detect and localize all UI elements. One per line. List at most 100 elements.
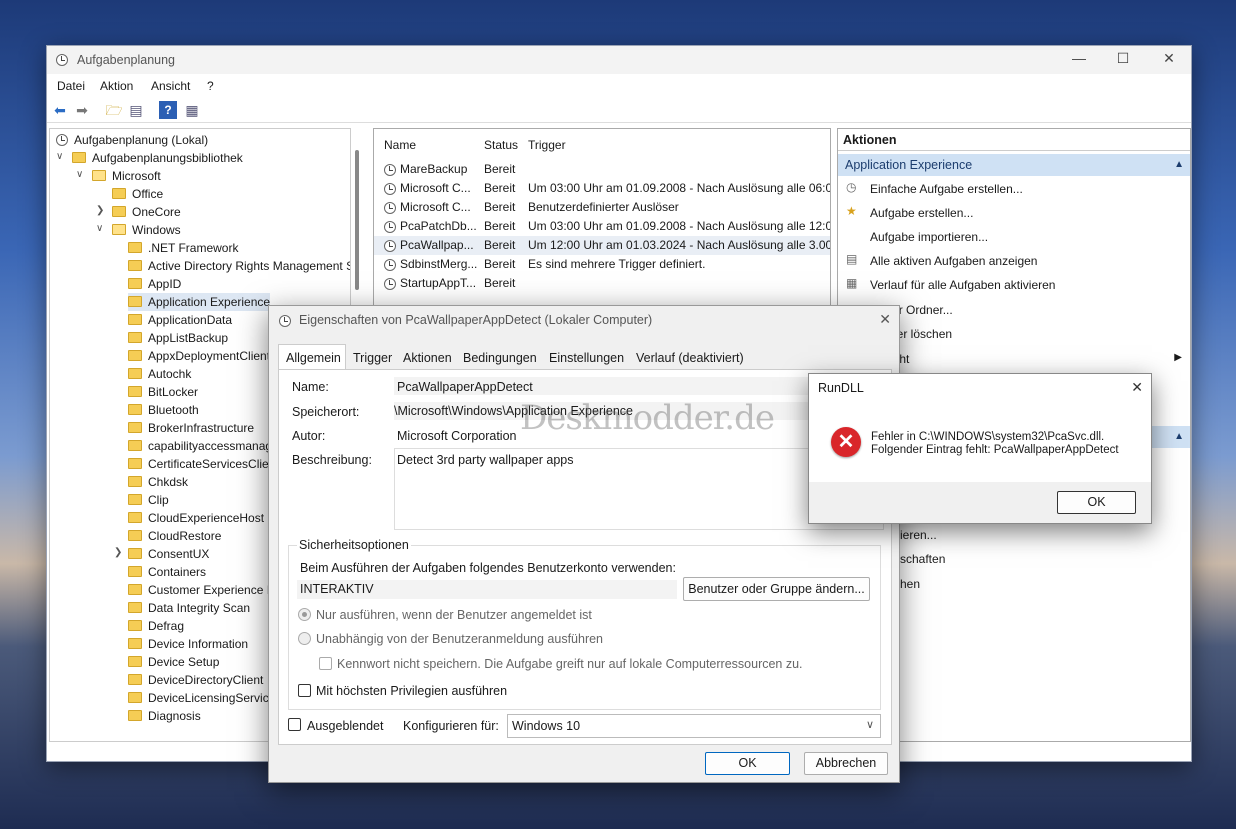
maximize-icon[interactable]: ☐ (1101, 50, 1145, 70)
tree-item-folder[interactable]: Containers (128, 563, 206, 581)
radio-independent[interactable] (298, 632, 311, 645)
chevron-right-icon[interactable]: ❯ (114, 547, 122, 558)
forward-arrow-icon[interactable]: ➡ (73, 101, 91, 119)
chevron-down-icon[interactable]: ∨ (56, 151, 63, 162)
tab-bedingungen[interactable]: Bedingungen (463, 351, 537, 365)
tree-item-folder[interactable]: Data Integrity Scan (128, 599, 250, 617)
action-selected-3[interactable]: hen (900, 577, 920, 591)
task-row[interactable]: MareBackup Bereit (374, 160, 830, 179)
tab-allgemein[interactable]: Allgemein (286, 351, 341, 365)
task-row[interactable]: StartupAppT... Bereit (374, 274, 830, 293)
up-folder-icon[interactable]: 🗁 (105, 101, 123, 119)
menu-ansicht[interactable]: Ansicht (151, 79, 190, 93)
action-create-task[interactable]: Aufgabe erstellen... (870, 206, 973, 220)
task-cell-status: Bereit (484, 276, 516, 290)
task-row[interactable]: PcaPatchDb... Bereit Um 03:00 Uhr am 01.09… (374, 217, 830, 236)
tree-item-folder[interactable]: Bluetooth (128, 401, 199, 419)
task-row[interactable]: Microsoft C... Bereit Benutzerdefinierter … (374, 198, 830, 217)
ok-button[interactable]: OK (705, 752, 790, 775)
task-row[interactable]: SdbinstMerg... Bereit Es sind mehrere Trig… (374, 255, 830, 274)
chevron-down-icon[interactable]: ∨ (96, 223, 103, 234)
column-header-status[interactable]: Status (484, 138, 518, 152)
change-user-button[interactable]: Benutzer oder Gruppe ändern... (683, 577, 870, 601)
name-field[interactable]: PcaWallpaperAppDetect (397, 380, 533, 394)
cancel-button[interactable]: Abbrechen (804, 752, 888, 775)
tree-item-folder[interactable]: Clip (128, 491, 169, 509)
action-import-task[interactable]: Aufgabe importieren... (870, 230, 988, 244)
tree-item-folder[interactable]: Device Information (128, 635, 248, 653)
tree-scrollbar[interactable] (355, 150, 359, 290)
menu-aktion[interactable]: Aktion (100, 79, 133, 93)
tree-item-office[interactable]: Office (112, 185, 163, 203)
checkbox-hidden[interactable] (288, 718, 301, 731)
tree-item-microsoft[interactable]: Microsoft (92, 167, 161, 185)
show-actions-pane-icon[interactable]: ▦ (183, 101, 201, 119)
tree-item-folder[interactable]: ApplicationData (128, 311, 232, 329)
close-icon[interactable]: ✕ (1147, 50, 1191, 70)
action-enable-history[interactable]: Verlauf für alle Aufgaben aktivieren (870, 278, 1055, 292)
tree-item-folder[interactable]: BrokerInfrastructure (128, 419, 254, 437)
task-cell-status: Bereit (484, 257, 516, 271)
tab-aktionen[interactable]: Aktionen (403, 351, 452, 365)
task-row[interactable]: Microsoft C... Bereit Um 03:00 Uhr am 01.0… (374, 179, 830, 198)
show-hide-tree-icon[interactable]: ▤ (127, 101, 145, 119)
folder-icon (128, 710, 142, 721)
menu-help[interactable]: ? (207, 79, 214, 93)
tree-item-folder[interactable]: AppListBackup (128, 329, 228, 347)
tree-item-folder[interactable]: DeviceDirectoryClient (128, 671, 263, 689)
tree-item-folder[interactable]: ConsentUX (128, 545, 209, 563)
task-cell-name: SdbinstMerg... (400, 257, 478, 271)
tree-root[interactable]: Aufgabenplanung (Lokal) (56, 131, 208, 149)
tree-item-folder[interactable]: Chkdsk (128, 473, 188, 491)
tree-item-library[interactable]: Aufgabenplanungsbibliothek (72, 149, 243, 167)
minimize-icon[interactable]: — (1057, 50, 1101, 70)
tree-item-onecore[interactable]: OneCore (112, 203, 181, 221)
tree-item-folder[interactable]: CloudRestore (128, 527, 221, 545)
action-selected-1[interactable]: ieren... (900, 528, 937, 542)
chevron-right-icon[interactable]: ❯ (96, 205, 104, 216)
tree-item-folder[interactable]: .NET Framework (128, 239, 238, 257)
configure-select[interactable]: Windows 10 ∨ (507, 714, 881, 738)
radio-logged-on[interactable] (298, 608, 311, 621)
checkbox-no-password[interactable] (319, 657, 332, 670)
column-header-trigger[interactable]: Trigger (528, 138, 566, 152)
tree-item-folder[interactable]: Application Experience (128, 293, 271, 311)
folder-icon (128, 296, 142, 307)
menu-datei[interactable]: Datei (57, 79, 85, 93)
tree-item-folder[interactable]: Device Setup (128, 653, 219, 671)
tree-item-folder[interactable]: CloudExperienceHost (128, 509, 264, 527)
actions-section-app-experience[interactable]: Application Experience ▲ (838, 154, 1190, 176)
tab-verlauf[interactable]: Verlauf (deaktiviert) (636, 351, 744, 365)
error-ok-button[interactable]: OK (1057, 491, 1136, 514)
collapse-up-icon[interactable]: ▲ (1174, 154, 1184, 176)
back-arrow-icon[interactable]: ⬅ (51, 101, 69, 119)
tree-item-folder[interactable]: AppxDeploymentClient (128, 347, 270, 365)
tree-item-folder[interactable]: BitLocker (128, 383, 198, 401)
tree-item-windows[interactable]: Windows (112, 221, 181, 239)
author-field[interactable]: Microsoft Corporation (397, 429, 517, 443)
tree-item-folder[interactable]: Autochk (128, 365, 191, 383)
tree-item-folder[interactable]: Customer Experience In (128, 581, 277, 599)
tab-einstellungen[interactable]: Einstellungen (549, 351, 624, 365)
chevron-down-icon[interactable]: ∨ (76, 169, 83, 180)
tree-item-folder[interactable]: Defrag (128, 617, 184, 635)
tree-item-folder[interactable]: CertificateServicesClien (128, 455, 275, 473)
tab-trigger[interactable]: Trigger (353, 351, 392, 365)
tree-item-folder[interactable]: DeviceLicensingService (128, 689, 275, 707)
action-selected-2[interactable]: schaften (900, 552, 945, 566)
collapse-up-icon[interactable]: ▲ (1174, 426, 1184, 448)
column-header-name[interactable]: Name (384, 138, 416, 152)
tree-item-folder[interactable]: Active Directory Rights Management S (128, 257, 350, 275)
tree-item-folder[interactable]: Diagnosis (128, 707, 201, 725)
checkbox-highest-privileges[interactable] (298, 684, 311, 697)
action-create-basic-task[interactable]: Einfache Aufgabe erstellen... (870, 182, 1023, 196)
tree-item-folder[interactable]: AppID (128, 275, 181, 293)
close-icon[interactable]: ✕ (1131, 379, 1143, 396)
action-show-running-tasks[interactable]: Alle aktiven Aufgaben anzeigen (870, 254, 1037, 268)
configure-label: Konfigurieren für: (403, 719, 499, 733)
close-icon[interactable]: ✕ (879, 311, 891, 328)
title-bar[interactable]: Aufgabenplanung — ☐ ✕ (47, 46, 1191, 74)
task-row[interactable]: PcaWallpap... Bereit Um 12:00 Uhr am 01.03… (374, 236, 830, 255)
tree-item-folder[interactable]: capabilityaccessmanag (128, 437, 272, 455)
help-icon[interactable]: ? (159, 101, 177, 119)
